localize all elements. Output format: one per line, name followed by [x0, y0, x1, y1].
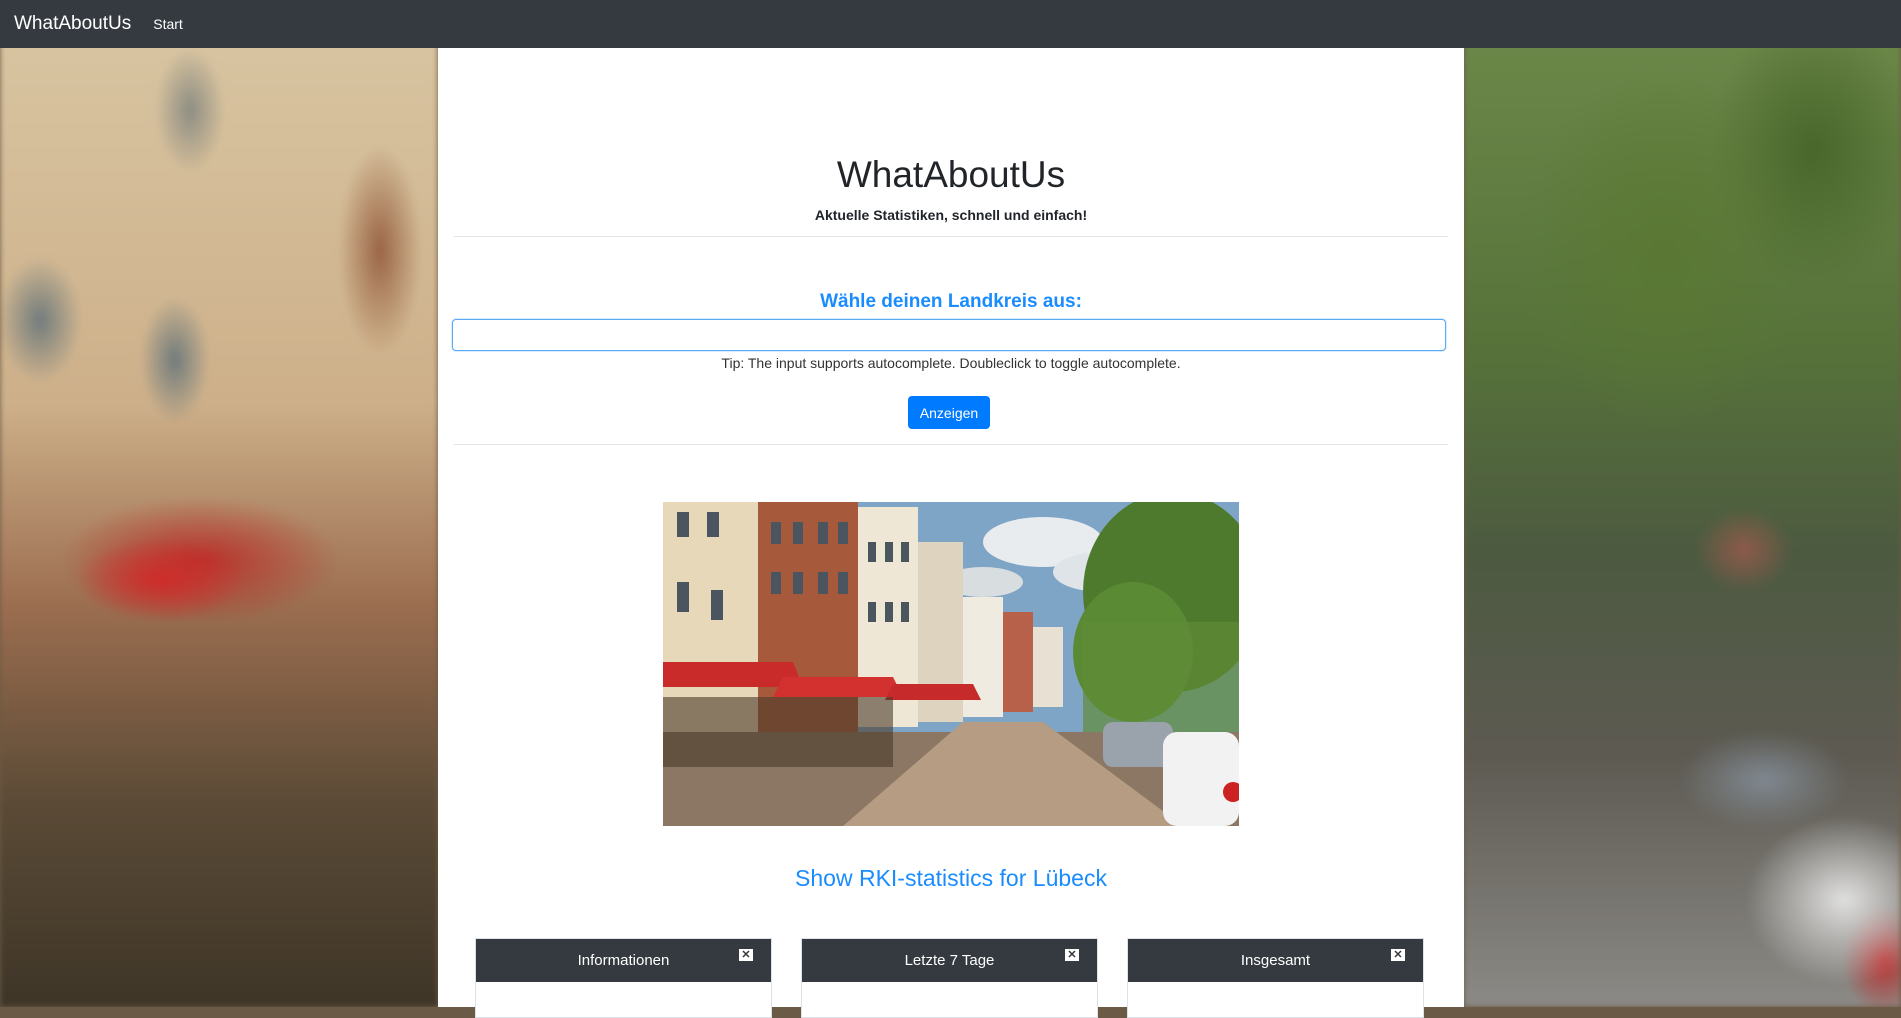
card-title: Insgesamt — [1240, 952, 1311, 969]
close-icon[interactable]: ✕ — [1065, 949, 1079, 961]
rki-statistics-link[interactable]: Show RKI-statistics for Lübeck — [438, 865, 1464, 892]
street-photo — [663, 502, 1239, 826]
card-header: Insgesamt ✕ — [1128, 939, 1423, 982]
show-button[interactable]: Anzeigen — [908, 396, 990, 429]
district-label: Wähle deinen Landkreis aus: — [820, 291, 1082, 312]
background-right — [1464, 0, 1901, 1007]
page-title: WhatAboutUs — [836, 154, 1066, 195]
card-informationen: Informationen ✕ — [475, 938, 772, 1018]
brand-link[interactable]: WhatAboutUs — [14, 13, 131, 35]
nav-link-start[interactable]: Start — [153, 16, 183, 32]
main-container: WhatAboutUs Aktuelle Statistiken, schnel… — [438, 48, 1464, 1018]
district-input[interactable] — [452, 319, 1446, 351]
page-subtitle: Aktuelle Statistiken, schnell und einfac… — [814, 207, 1088, 223]
close-icon[interactable]: ✕ — [1391, 949, 1405, 961]
card-letzte-7-tage: Letzte 7 Tage ✕ — [801, 938, 1098, 1018]
card-title: Informationen — [577, 952, 670, 969]
background-left — [0, 0, 438, 1007]
card-title: Letzte 7 Tage — [904, 952, 995, 969]
navbar: WhatAboutUs Start — [0, 0, 1901, 48]
divider — [454, 236, 1448, 237]
close-icon[interactable]: ✕ — [739, 949, 753, 961]
card-insgesamt: Insgesamt ✕ — [1127, 938, 1424, 1018]
card-header: Informationen ✕ — [476, 939, 771, 982]
divider — [454, 444, 1448, 445]
autocomplete-tip: Tip: The input supports autocomplete. Do… — [721, 355, 1181, 371]
card-header: Letzte 7 Tage ✕ — [802, 939, 1097, 982]
